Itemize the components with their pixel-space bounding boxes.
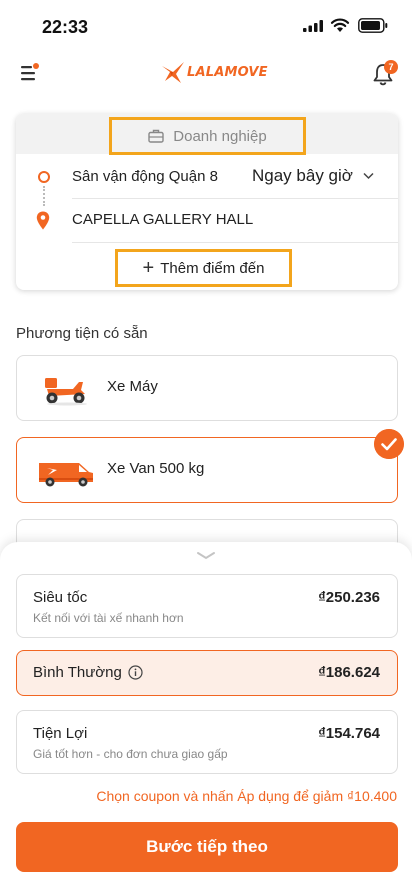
fare-option-saver[interactable]: Tiện Lợi Giá tốt hơn - cho đơn chưa giao… [16, 710, 398, 774]
fare-name-text: Siêu tốc [33, 589, 88, 606]
add-stop-label: Thêm điểm đến [160, 259, 265, 277]
pickup-address: Sân vận động Quận 8 [72, 168, 218, 185]
fare-name-text: Tiện Lợi [33, 725, 88, 742]
vehicles-section-title: Phương tiện có sẵn [16, 325, 148, 342]
status-time: 22:33 [42, 17, 89, 37]
battery-icon [358, 18, 388, 33]
chevron-down-icon [363, 172, 374, 180]
pickup-time-select[interactable]: Ngay bây giờ [252, 166, 374, 186]
vehicle-name: Xe Van 500 kg [107, 460, 205, 477]
selected-check-icon [374, 429, 404, 459]
add-stop-button[interactable]: + Thêm điểm đến [115, 249, 292, 287]
motorbike-icon [45, 378, 87, 406]
plus-icon: + [142, 257, 155, 279]
location-pin-icon [36, 211, 50, 230]
route-card: Doanh nghiệp Sân vận động Quận 8 Ngay bâ… [16, 114, 398, 290]
notifications-button[interactable]: 7 [372, 58, 400, 88]
signal-icon [303, 20, 323, 32]
lalamove-logo: LALAMOVE [160, 58, 268, 86]
fare-price: ₫154.764 [318, 725, 380, 742]
status-bar: 22:33 [0, 0, 412, 50]
pickup-time-label: Ngay bây giờ [252, 166, 353, 185]
fare-name-text: Bình Thường [33, 664, 122, 681]
briefcase-icon [148, 129, 164, 143]
wifi-icon [330, 18, 350, 32]
fare-option-express[interactable]: Siêu tốc Kết nối với tài xế nhanh hơn ₫2… [16, 574, 398, 638]
divider [72, 242, 398, 243]
vehicle-option-van[interactable]: Xe Van 500 kg [16, 437, 398, 503]
fare-name: Siêu tốc [33, 589, 87, 606]
dropoff-stop[interactable]: CAPELLA GALLERY HALL [16, 199, 398, 241]
next-step-button[interactable]: Bước tiếp theo [16, 822, 398, 872]
menu-icon[interactable] [19, 62, 43, 84]
coupon-link[interactable]: Chọn coupon và nhấn Áp dụng để giảm ₫10.… [96, 788, 397, 804]
fare-price: ₫250.236 [318, 589, 380, 606]
fare-name: Bình Thường [33, 664, 143, 681]
logo-bird-icon [162, 62, 184, 83]
fare-price: ₫186.624 [318, 664, 380, 681]
business-tab-label: Doanh nghiệp [173, 127, 267, 145]
fare-subtitle: Kết nối với tài xế nhanh hơn [33, 611, 184, 625]
fare-subtitle: Giá tốt hơn - cho đơn chưa giao gấp [33, 747, 228, 761]
pickup-stop[interactable]: Sân vận động Quận 8 Ngay bây giờ [16, 156, 398, 198]
notification-badge: 7 [384, 60, 398, 74]
van-icon [39, 463, 93, 487]
info-icon[interactable] [128, 665, 143, 680]
vehicle-name: Xe Máy [107, 378, 158, 395]
app-header: LALAMOVE 7 [0, 50, 412, 98]
fare-bottom-sheet: Siêu tốc Kết nối với tài xế nhanh hơn ₫2… [0, 542, 412, 881]
business-tab[interactable]: Doanh nghiệp [109, 117, 306, 155]
logo-text: LALAMOVE [187, 64, 268, 80]
fare-name: Tiện Lợi [33, 725, 87, 742]
pickup-dot-icon [38, 171, 50, 183]
dropoff-address: CAPELLA GALLERY HALL [72, 211, 254, 228]
sheet-handle-icon[interactable] [196, 551, 216, 561]
vehicle-option-motorbike[interactable]: Xe Máy [16, 355, 398, 421]
fare-option-normal[interactable]: Bình Thường ₫186.624 [16, 650, 398, 696]
